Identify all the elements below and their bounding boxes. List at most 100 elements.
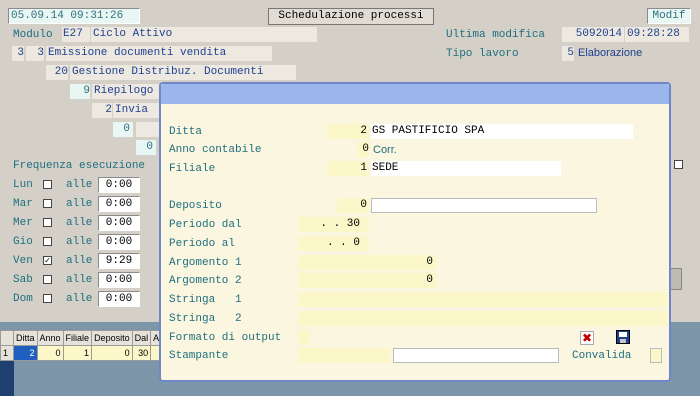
grid-header-filiale[interactable]: Filiale: [62, 330, 93, 346]
tree-l3-num: 9: [70, 84, 90, 99]
tree-l4-num: 2: [92, 103, 112, 118]
grid-cell-dal[interactable]: 30: [131, 345, 152, 361]
floppy-shutter: [620, 339, 626, 343]
deposito-desc-field: [371, 198, 597, 213]
tree-l1-num2: 3: [26, 46, 44, 61]
grid-table: Ditta Anno Filiale Deposito Dal A 1 2 0 …: [0, 330, 163, 361]
tree-l4-desc[interactable]: Invia: [113, 103, 163, 118]
argomento-1-field[interactable]: 0: [298, 255, 436, 270]
datetime-display: 05.09.14 09:31:26: [8, 8, 140, 24]
day-label-gio: Gio: [13, 236, 33, 248]
deposito-field[interactable]: 0: [337, 198, 369, 213]
argomento-2-label: Argomento 2: [169, 275, 242, 287]
day-label-mer: Mer: [13, 217, 33, 229]
anno-contabile-label: Anno contabile: [169, 144, 262, 156]
tipo-lavoro-code[interactable]: 5: [562, 46, 574, 61]
filiale-name-field: SEDE: [371, 161, 561, 176]
alle-label: alle: [66, 236, 93, 248]
formato-output-field[interactable]: [298, 330, 310, 345]
day-label-mar: Mar: [13, 198, 33, 210]
grid-corner: [0, 330, 14, 346]
modulo-label: Modulo: [13, 29, 53, 41]
alle-label: alle: [66, 274, 93, 286]
grid-header-ditta[interactable]: Ditta: [13, 330, 38, 346]
day-time-sab[interactable]: 0:00: [98, 272, 140, 288]
day-time-mar[interactable]: 0:00: [98, 196, 140, 212]
stampante-name-field: [393, 348, 559, 363]
day-label-lun: Lun: [13, 179, 33, 191]
anno-contabile-field[interactable]: 0: [357, 142, 369, 157]
tree-l3-desc[interactable]: Riepilogo: [92, 84, 162, 99]
tree-l1-num1: 3: [12, 46, 24, 61]
ditta-name-field: GS PASTIFICIO SPA: [371, 124, 633, 139]
day-time-dom[interactable]: 0:00: [98, 291, 140, 307]
day-checkbox-ven[interactable]: ✓: [43, 256, 52, 266]
frequenza-label: Frequenza esecuzione: [13, 160, 146, 172]
grid-cell-ditta[interactable]: 2: [13, 345, 38, 361]
grid-header-anno[interactable]: Anno: [36, 330, 64, 346]
deposito-label: Deposito: [169, 200, 222, 212]
table-row[interactable]: 1 2 0 1 0 30: [0, 345, 163, 361]
stringa-1-label: Stringa 1: [169, 294, 242, 306]
day-checkbox-gio[interactable]: [43, 237, 52, 246]
stringa-2-field[interactable]: [298, 311, 668, 326]
grid-cell-filiale[interactable]: 1: [62, 345, 93, 361]
frequenza-right-checkbox[interactable]: [674, 160, 683, 169]
stringa-1-field[interactable]: [298, 292, 668, 307]
alle-label: alle: [66, 198, 93, 210]
dialog-titlebar[interactable]: [161, 84, 669, 104]
periodo-dal-field[interactable]: . . 30: [298, 217, 369, 232]
periodo-dal-label: Periodo dal: [169, 219, 242, 231]
grid-cell-deposito[interactable]: 0: [91, 345, 133, 361]
day-label-dom: Dom: [13, 293, 33, 305]
grid-header-deposito[interactable]: Deposito: [91, 330, 133, 346]
ditta-code-field[interactable]: 2: [327, 124, 369, 139]
grid-row-index: 1: [0, 345, 14, 361]
schedulazione-processi-button[interactable]: Schedulazione processi: [268, 8, 434, 25]
day-time-lun[interactable]: 0:00: [98, 177, 140, 193]
grid-header-dal[interactable]: Dal: [131, 330, 152, 346]
day-time-gio[interactable]: 0:00: [98, 234, 140, 250]
argomento-1-label: Argomento 1: [169, 257, 242, 269]
argomento-2-field[interactable]: 0: [298, 273, 436, 288]
day-time-mer[interactable]: 0:00: [98, 215, 140, 231]
periodo-al-label: Periodo al: [169, 238, 236, 250]
ultima-modifica-label: Ultima modifica: [446, 29, 546, 41]
modulo-desc: Ciclo Attivo: [91, 27, 317, 42]
grid-cell-anno[interactable]: 0: [36, 345, 64, 361]
alle-label: alle: [66, 293, 93, 305]
stampante-label: Stampante: [169, 350, 229, 362]
tree-l2-desc[interactable]: Gestione Distribuz. Documenti: [70, 65, 296, 80]
day-checkbox-sab[interactable]: [43, 275, 52, 284]
ultima-modifica-date: 5092014: [562, 27, 624, 42]
modif-mode-indicator[interactable]: Modif: [647, 8, 691, 24]
day-checkbox-mar[interactable]: [43, 199, 52, 208]
day-checkbox-lun[interactable]: [43, 180, 52, 189]
cancel-x-icon[interactable]: ✖: [580, 331, 594, 345]
ultima-modifica-time: 09:28:28: [625, 27, 689, 42]
alle-label: alle: [66, 217, 93, 229]
day-checkbox-mer[interactable]: [43, 218, 52, 227]
stringa-2-label: Stringa 2: [169, 313, 242, 325]
alle-label: alle: [66, 255, 93, 267]
convalida-field[interactable]: [650, 348, 662, 363]
zero-field-a[interactable]: 0: [113, 122, 133, 137]
anno-extra-label: Corr.: [373, 144, 397, 156]
periodo-al-field[interactable]: . . 0: [298, 236, 369, 251]
stampante-code-field[interactable]: [298, 348, 390, 363]
tipo-lavoro-label: Tipo lavoro: [446, 48, 519, 60]
tree-l2-num: 20: [46, 65, 68, 80]
day-label-sab: Sab: [13, 274, 33, 286]
tipo-lavoro-desc: Elaborazione: [578, 47, 643, 59]
convalida-label: Convalida: [572, 350, 632, 362]
alle-label: alle: [66, 179, 93, 191]
floppy-label-area: [619, 332, 627, 337]
ditta-label: Ditta: [169, 126, 203, 138]
filiale-code-field[interactable]: 1: [327, 161, 369, 176]
day-time-ven[interactable]: 9:29: [98, 253, 140, 269]
tree-l1-desc[interactable]: Emissione documenti vendita: [46, 46, 272, 61]
day-checkbox-dom[interactable]: [43, 294, 52, 303]
save-floppy-icon[interactable]: [616, 330, 630, 344]
zero-field-b[interactable]: 0: [136, 140, 156, 155]
modulo-code[interactable]: E27: [62, 27, 90, 42]
